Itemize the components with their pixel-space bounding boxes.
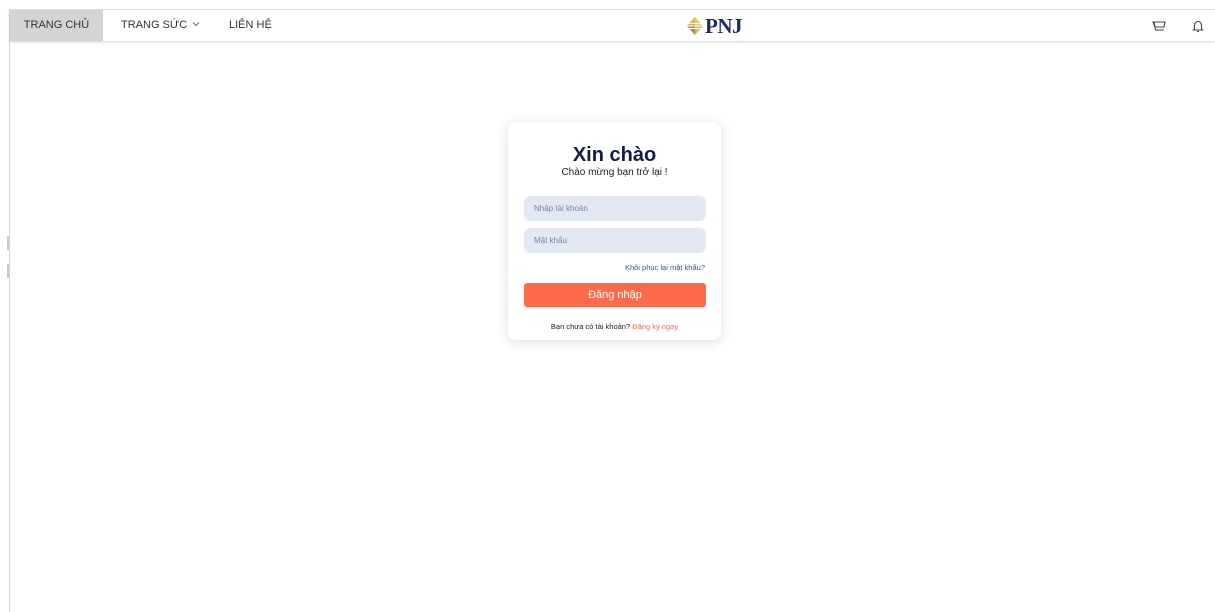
edge-marker bbox=[7, 264, 9, 278]
nav-home-label: TRANG CHỦ bbox=[23, 19, 90, 31]
cart-button[interactable] bbox=[1151, 18, 1167, 34]
bell-icon bbox=[1192, 20, 1204, 33]
top-navbar: TRANG CHỦ TRANG SỨC LIÊN HỆ PNJ bbox=[10, 10, 1215, 41]
pnj-logo[interactable]: PNJ bbox=[686, 13, 743, 38]
username-input[interactable] bbox=[524, 196, 706, 221]
password-input[interactable] bbox=[524, 228, 706, 253]
login-card: Xin chào Chào mừng bạn trở lại ! Khôi ph… bbox=[508, 122, 721, 340]
nav-contact[interactable]: LIÊN HỆ bbox=[229, 10, 272, 41]
diamond-logo-icon bbox=[687, 17, 703, 35]
signup-prompt: Bạn chưa có tài khoản? Đăng ký ngay bbox=[508, 322, 721, 331]
nav-home[interactable]: TRANG CHỦ bbox=[10, 10, 103, 41]
edge-marker bbox=[7, 236, 9, 250]
register-link[interactable]: Đăng ký ngay bbox=[632, 322, 678, 331]
notification-button[interactable] bbox=[1190, 18, 1206, 34]
cart-icon bbox=[1152, 21, 1166, 31]
nav-jewelry-label: TRANG SỨC bbox=[121, 19, 188, 31]
login-title: Xin chào bbox=[572, 144, 657, 166]
forgot-password-link[interactable]: Khôi phục lại mật khẩu? bbox=[625, 263, 705, 272]
login-button[interactable]: Đăng nhập bbox=[524, 283, 706, 307]
nav-contact-label: LIÊN HỆ bbox=[229, 19, 272, 31]
login-subtitle: Chào mừng bạn trở lại ! bbox=[561, 167, 668, 178]
chevron-down-icon bbox=[192, 22, 200, 27]
no-account-text: Bạn chưa có tài khoản? bbox=[550, 322, 631, 331]
logo-text: PNJ bbox=[705, 13, 743, 38]
nav-jewelry-dropdown[interactable]: TRANG SỨC bbox=[121, 10, 200, 41]
